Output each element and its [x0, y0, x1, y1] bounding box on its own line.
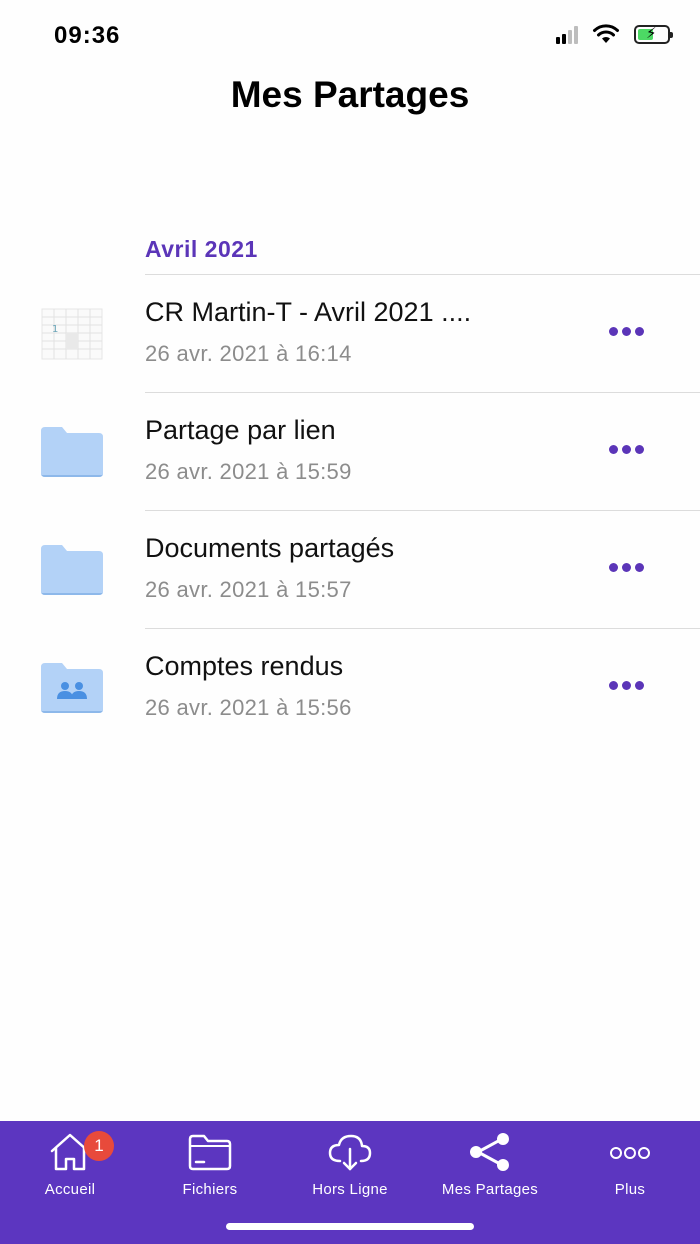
more-options-button[interactable]: [605, 323, 648, 340]
tab-plus[interactable]: Plus: [560, 1127, 700, 1207]
list-item[interactable]: 1 CR Martin-T - Avril 2021 .... 26 avr. …: [0, 275, 700, 393]
more-options-button[interactable]: [605, 677, 648, 694]
list-item[interactable]: Documents partagés 26 avr. 2021 à 15:57: [0, 511, 700, 629]
item-name: Partage par lien: [145, 415, 336, 445]
status-bar: 09:36 ⚡: [0, 0, 700, 70]
spreadsheet-thumbnail-icon: 1: [41, 308, 103, 360]
tab-hors-ligne[interactable]: Hors Ligne: [280, 1127, 420, 1207]
item-name: Comptes rendus: [145, 651, 344, 681]
item-date: 26 avr. 2021 à 15:56: [145, 695, 352, 720]
item-name: Documents partagés: [145, 533, 395, 563]
cloud-download-icon: [328, 1134, 372, 1171]
screen: 09:36 ⚡ Mes Partages Avril 2021 1 CR Mar…: [0, 0, 700, 1244]
item-date: 26 avr. 2021 à 16:14: [145, 341, 352, 366]
more-options-button[interactable]: [605, 559, 648, 576]
more-options-button[interactable]: [605, 441, 648, 458]
tab-fichiers[interactable]: Fichiers: [140, 1127, 280, 1207]
more-icon: [610, 1147, 650, 1159]
tab-accueil[interactable]: 1 Accueil: [0, 1127, 140, 1207]
battery-icon: ⚡: [634, 24, 673, 44]
tab-mes-partages[interactable]: Mes Partages: [420, 1127, 560, 1207]
page-title: Mes Partages: [230, 74, 470, 115]
shares-list: 1 CR Martin-T - Avril 2021 .... 26 avr. …: [0, 275, 700, 747]
section-header: Avril 2021: [145, 236, 258, 262]
svg-text:1: 1: [52, 324, 58, 335]
list-item[interactable]: Partage par lien 26 avr. 2021 à 15:59: [0, 393, 700, 511]
item-date: 26 avr. 2021 à 15:57: [145, 577, 352, 602]
cellular-signal-icon: [556, 24, 578, 44]
tab-label: Fichiers: [182, 1181, 238, 1198]
shared-folder-icon: [41, 663, 103, 713]
folder-outline-icon: [188, 1134, 232, 1171]
status-time: 09:36: [54, 22, 121, 49]
tab-label: Mes Partages: [441, 1181, 539, 1198]
item-name: CR Martin-T - Avril 2021 ....: [145, 297, 472, 327]
folder-icon: [41, 545, 103, 595]
notification-badge: 1: [84, 1131, 114, 1161]
tab-label: Hors Ligne: [312, 1181, 388, 1198]
status-icons: ⚡: [556, 24, 673, 44]
wifi-icon: [593, 24, 619, 43]
home-indicator: [226, 1223, 474, 1230]
share-icon: [470, 1133, 509, 1171]
folder-icon: [41, 427, 103, 477]
item-date: 26 avr. 2021 à 15:59: [145, 459, 352, 484]
list-item[interactable]: Comptes rendus 26 avr. 2021 à 15:56: [0, 629, 700, 747]
tab-label: Plus: [614, 1181, 646, 1198]
tab-label: Accueil: [44, 1181, 96, 1198]
